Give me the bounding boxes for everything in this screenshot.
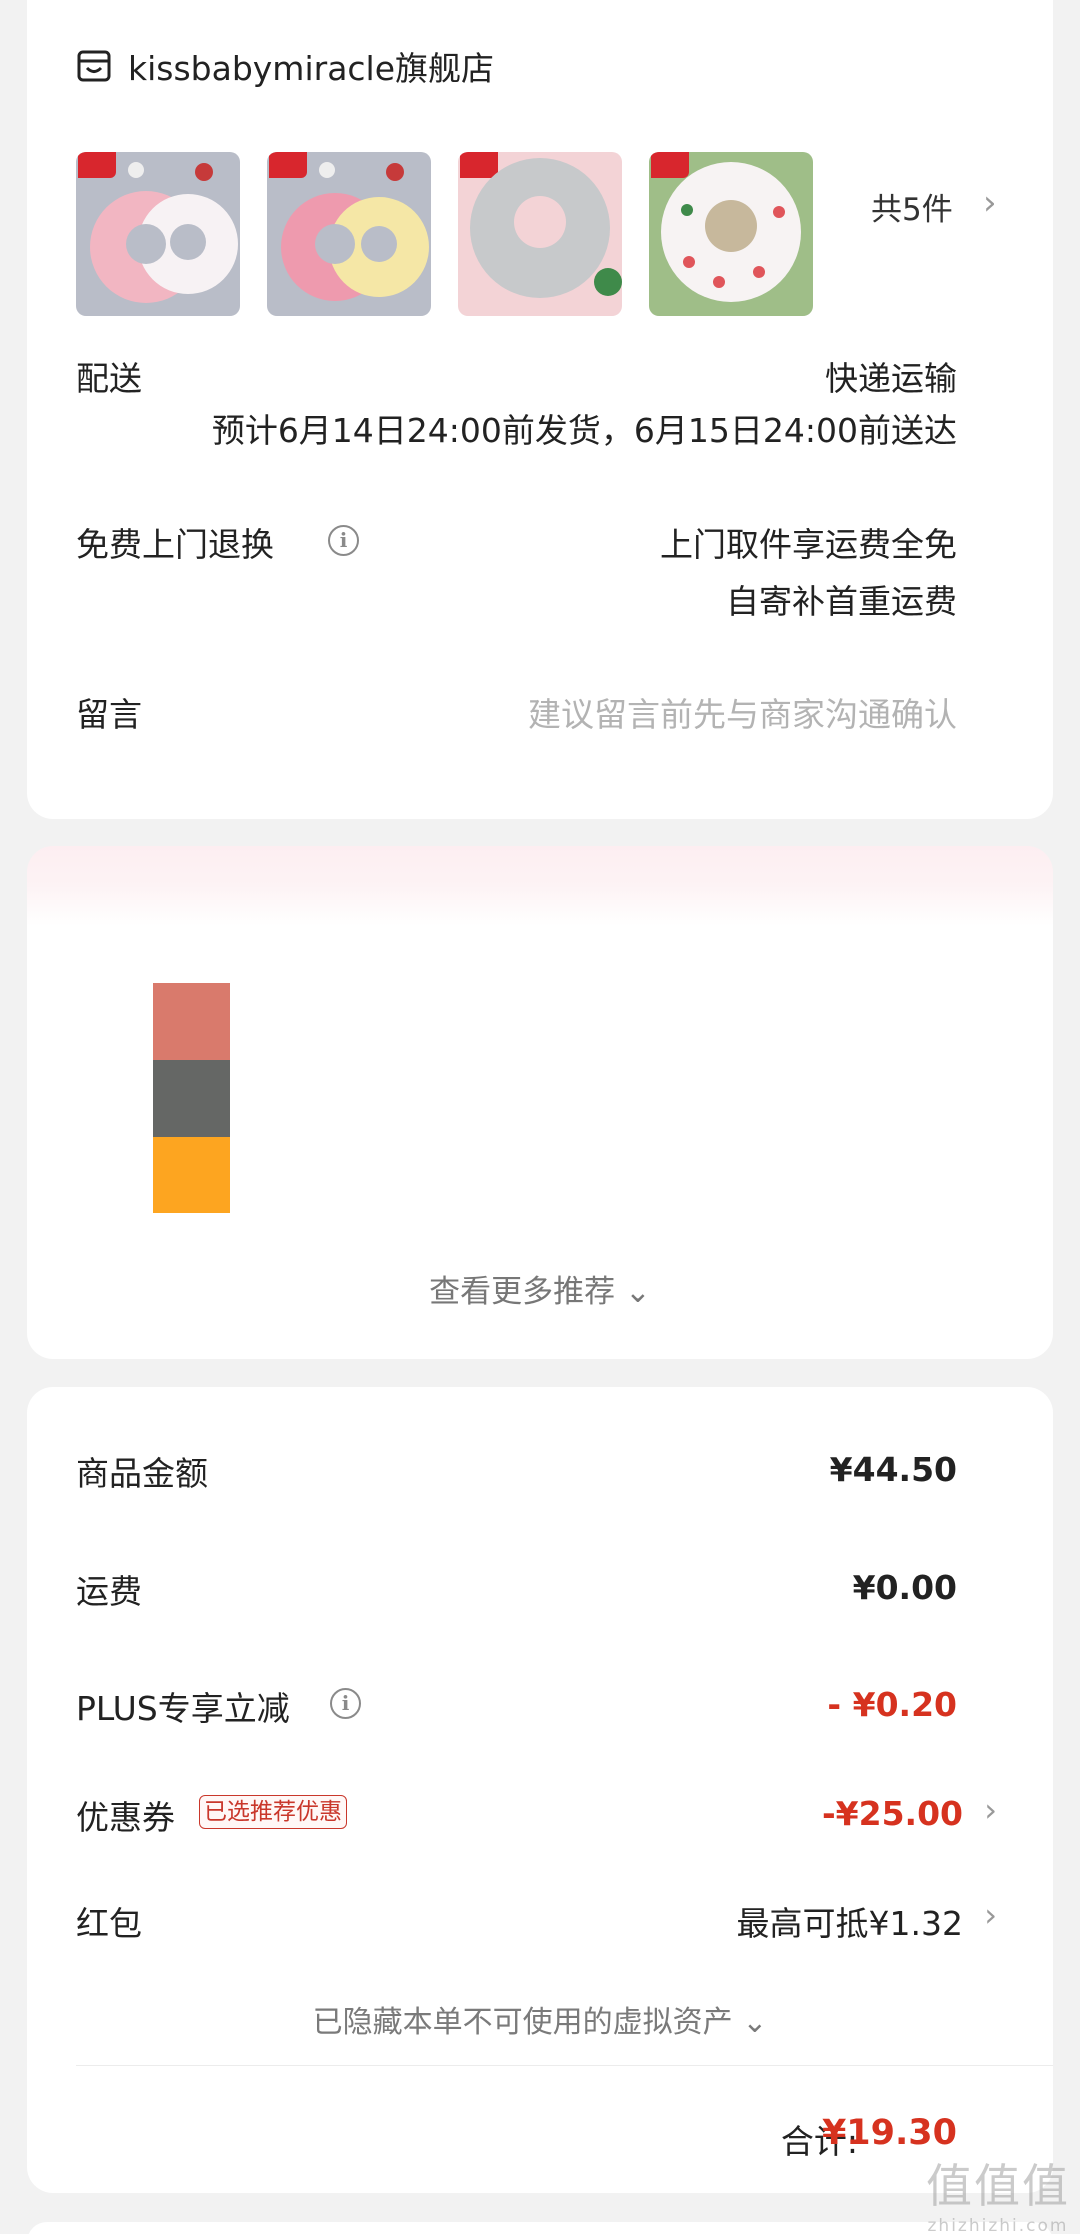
info-icon[interactable]: i bbox=[328, 525, 359, 556]
shipping-value: ¥0.00 bbox=[852, 1568, 957, 1607]
product-thumbnail[interactable] bbox=[649, 152, 813, 316]
price-card: 商品金额 ¥44.50 运费 ¥0.00 PLUS专享立减 i - ¥0.20 … bbox=[27, 1387, 1053, 2193]
chevron-right-icon[interactable]: › bbox=[983, 183, 997, 223]
plus-discount-value: - ¥0.20 bbox=[827, 1685, 957, 1724]
free-return-label: 免费上门退换 bbox=[76, 525, 274, 564]
color-swatch bbox=[153, 983, 230, 1060]
item-count[interactable]: 共5件 bbox=[871, 184, 953, 229]
redpacket-value[interactable]: 最高可抵¥1.32 bbox=[737, 1897, 963, 1945]
delivery-method: 快递运输 bbox=[825, 359, 957, 398]
plus-discount-label: PLUS专享立减 bbox=[76, 1689, 290, 1728]
hidden-assets-toggle[interactable]: 已隐藏本单不可使用的虚拟资产 ⌄ bbox=[27, 1997, 1053, 2041]
color-swatch bbox=[153, 1137, 230, 1213]
delivery-label: 配送 bbox=[76, 359, 142, 398]
info-icon[interactable]: i bbox=[330, 1688, 361, 1719]
message-label: 留言 bbox=[76, 695, 142, 734]
color-swatch bbox=[153, 1060, 230, 1137]
redpacket-label: 红包 bbox=[76, 1904, 142, 1943]
watermark-url: zhizhizhi.com bbox=[927, 2216, 1069, 2234]
return-policy-line2: 自寄补首重运费 bbox=[726, 582, 957, 621]
delivery-estimate: 预计6月14日24:00前发货，6月15日24:00前送达 bbox=[211, 411, 957, 450]
store-name[interactable]: kissbabymiracle旗舰店 bbox=[128, 42, 494, 90]
coupon-recommended-badge: 已选推荐优惠 bbox=[199, 1795, 347, 1829]
total-value: ¥19.30 bbox=[821, 2113, 957, 2153]
more-recommendations-button[interactable]: 查看更多推荐 ⌄ bbox=[27, 1266, 1053, 1311]
watermark: 值值值 zhizhizhi.com bbox=[926, 2150, 1070, 2234]
coupon-label: 优惠券 bbox=[76, 1798, 175, 1837]
store-icon bbox=[77, 50, 111, 82]
product-thumbnail[interactable] bbox=[458, 152, 622, 316]
message-input[interactable]: 建议留言前先与商家沟通确认 bbox=[528, 688, 957, 736]
next-card bbox=[27, 2222, 1053, 2234]
shipping-label: 运费 bbox=[76, 1572, 142, 1611]
coupon-value[interactable]: -¥25.00 bbox=[822, 1794, 963, 1833]
return-policy-line1: 上门取件享运费全免 bbox=[660, 525, 957, 564]
divider bbox=[76, 2065, 1053, 2066]
chevron-right-icon[interactable]: › bbox=[984, 1896, 997, 1934]
chevron-right-icon[interactable]: › bbox=[984, 1791, 997, 1829]
recommendations-card: 查看更多推荐 ⌄ bbox=[27, 846, 1053, 1359]
goods-amount-value: ¥44.50 bbox=[829, 1450, 957, 1489]
product-thumbnail[interactable] bbox=[267, 152, 431, 316]
store-card: kissbabymiracle旗舰店 共5件 › 配送 快递运输 预计6月14日… bbox=[27, 0, 1053, 819]
goods-amount-label: 商品金额 bbox=[76, 1454, 208, 1493]
watermark-logo: 值值值 bbox=[926, 2159, 1070, 2213]
product-thumbnail[interactable] bbox=[76, 152, 240, 316]
